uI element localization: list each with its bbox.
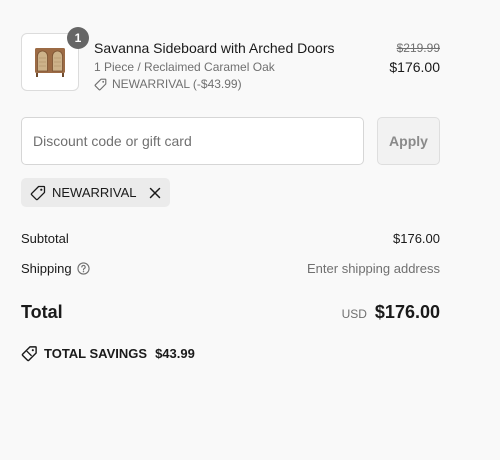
applied-discount-chip: NEWARRIVAL [21, 178, 170, 207]
cart-line-item: 1 Savanna Sideboard with Arched Doors 1 … [21, 27, 440, 95]
total-savings-amount: $43.99 [155, 346, 195, 361]
total-label: Total [21, 302, 63, 322]
total-row: Total USD $176.00 [21, 300, 440, 324]
product-variant: 1 Piece / Reclaimed Caramel Oak [94, 60, 275, 74]
quantity-badge: 1 [67, 27, 89, 49]
apply-button[interactable]: Apply [377, 117, 440, 165]
shipping-row: Shipping Enter shipping address [21, 261, 440, 277]
question-circle-icon[interactable] [76, 262, 90, 275]
total-savings-row: TOTAL SAVINGS $43.99 [21, 345, 195, 362]
product-title: Savanna Sideboard with Arched Doors [94, 40, 335, 56]
total-savings-label: TOTAL SAVINGS [44, 346, 148, 361]
tag-icon [30, 185, 46, 200]
discount-code-input[interactable] [21, 117, 364, 165]
total-currency: USD [341, 307, 367, 321]
close-icon [149, 187, 160, 198]
final-price: $176.00 [389, 59, 440, 75]
shipping-value: Enter shipping address [307, 261, 440, 276]
total-amount: $176.00 [374, 302, 440, 322]
remove-discount-button[interactable] [149, 187, 161, 199]
tag-icon [94, 78, 107, 90]
line-item-discount: NEWARRIVAL (-$43.99) [94, 77, 242, 91]
subtotal-value: $176.00 [393, 231, 440, 246]
subtotal-row: Subtotal $176.00 [21, 231, 440, 247]
original-price: $219.99 [396, 41, 440, 55]
shipping-label: Shipping [21, 261, 72, 276]
tag-icon [21, 346, 37, 362]
applied-code-text: NEWARRIVAL [52, 185, 137, 200]
subtotal-label: Subtotal [21, 231, 69, 246]
line-item-discount-text: NEWARRIVAL (-$43.99) [112, 77, 242, 91]
